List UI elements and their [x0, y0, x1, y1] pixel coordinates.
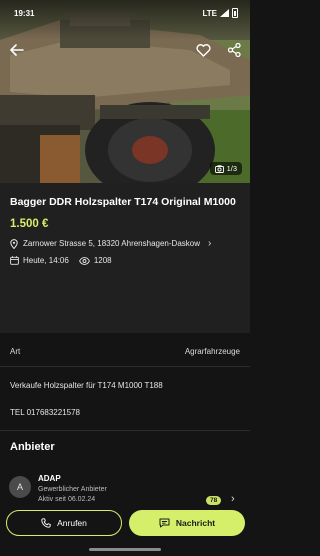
- heart-icon: [195, 43, 211, 57]
- call-button[interactable]: Anrufen: [6, 510, 122, 536]
- listing-photo[interactable]: 1/3: [0, 0, 250, 183]
- attribute-value: Agrarfahrzeuge: [184, 347, 240, 356]
- calendar-icon: [10, 256, 19, 265]
- favorite-button[interactable]: [191, 38, 215, 62]
- share-icon: [227, 43, 241, 57]
- description-line-2: TEL 017683221578: [10, 408, 80, 417]
- address-text: Zarnower Strasse 5, 18320 Ahrenshagen-Da…: [23, 239, 200, 248]
- call-label: Anrufen: [57, 518, 87, 528]
- divider: [0, 366, 250, 367]
- signal-icon: [220, 9, 229, 17]
- divider: [0, 430, 250, 431]
- eye-icon: [78, 256, 90, 265]
- attribute-row-art: Art Agrarfahrzeuge: [10, 347, 240, 356]
- message-label: Nachricht: [175, 518, 216, 528]
- avatar: A: [9, 476, 31, 498]
- bottom-action-bar: Anrufen Nachricht: [0, 507, 250, 556]
- attributes-section: Art Agrarfahrzeuge Verkaufe Holzspalter …: [0, 333, 250, 443]
- description-line-1: Verkaufe Holzspalter für T174 M1000 T188: [10, 381, 163, 390]
- seller-section-title: Anbieter: [10, 441, 55, 453]
- status-indicators: LTE: [202, 8, 238, 18]
- back-arrow-icon: [10, 44, 24, 56]
- location-pin-icon: [10, 238, 18, 249]
- meta-row: Heute, 14:06 1208: [10, 256, 240, 265]
- listing-title: Bagger DDR Holzspalter T174 Original M10…: [10, 196, 236, 208]
- chat-icon: [159, 518, 170, 528]
- address-row[interactable]: Zarnower Strasse 5, 18320 Ahrenshagen-Da…: [10, 238, 240, 249]
- camera-icon: [214, 164, 224, 173]
- posted-date: Heute, 14:06: [23, 256, 69, 265]
- battery-icon: [232, 8, 238, 18]
- seller-active-since: Aktiv seit 06.02.24: [38, 496, 96, 503]
- share-button[interactable]: [222, 38, 246, 62]
- back-button[interactable]: [5, 38, 29, 62]
- seller-card[interactable]: A ADAP Gewerblicher Anbieter Aktiv seit …: [0, 471, 250, 511]
- status-time: 19:31: [14, 8, 35, 18]
- chevron-right-icon: ›: [208, 238, 212, 249]
- attribute-label: Art: [10, 347, 21, 356]
- seller-type: Gewerblicher Anbieter: [38, 486, 107, 493]
- seller-name: ADAP: [38, 474, 61, 483]
- rating-badge: 78: [206, 496, 222, 505]
- chevron-right-icon: ›: [231, 493, 235, 505]
- listing-details: Bagger DDR Holzspalter T174 Original M10…: [0, 183, 250, 333]
- message-button[interactable]: Nachricht: [129, 510, 245, 536]
- network-label: LTE: [202, 8, 217, 18]
- home-indicator[interactable]: [89, 548, 161, 551]
- photo-counter-text: 1/3: [226, 164, 237, 173]
- view-count: 1208: [93, 256, 112, 265]
- status-bar: 19:31 LTE: [0, 0, 250, 26]
- listing-price: 1.500 €: [10, 218, 49, 230]
- photo-counter: 1/3: [209, 162, 242, 175]
- phone-icon: [41, 518, 51, 528]
